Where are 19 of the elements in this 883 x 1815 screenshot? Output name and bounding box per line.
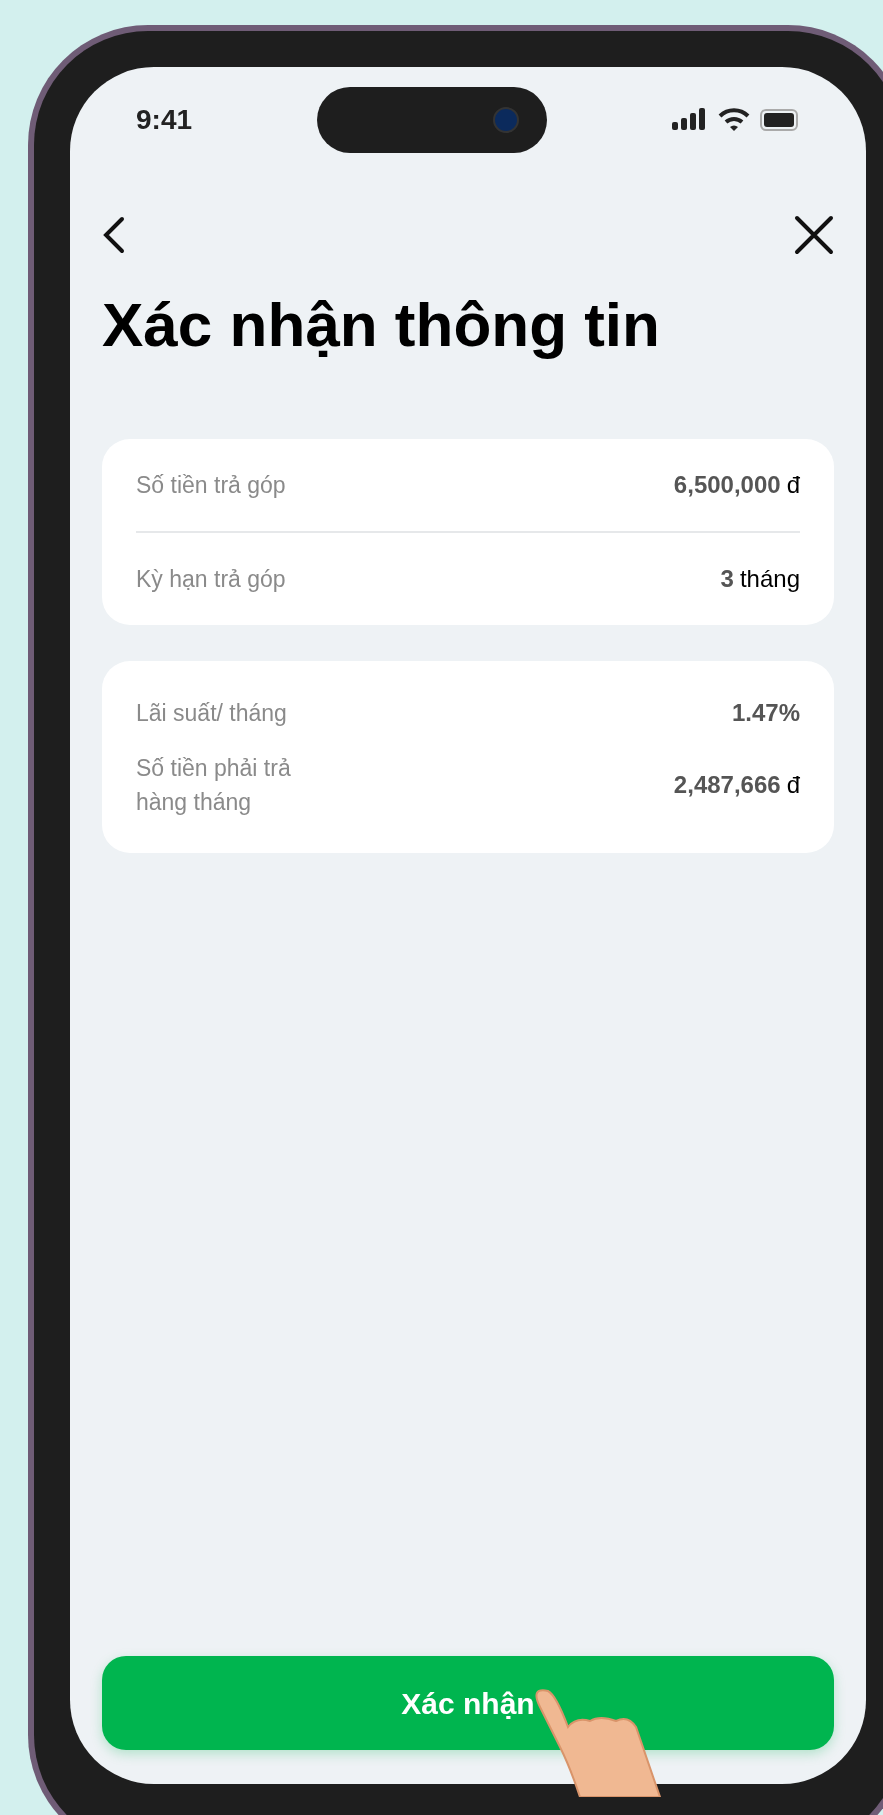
row-value: 6,500,000 — [673, 470, 781, 500]
row-value: 1.47% — [731, 698, 800, 728]
row-unit: đ — [786, 770, 800, 800]
back-icon[interactable] — [102, 215, 126, 255]
row-label: Số tiền phải trả hàng tháng — [136, 754, 292, 817]
row-value: 2,487,666 — [673, 770, 781, 800]
row-unit: tháng — [739, 564, 800, 594]
row-value: 3 — [720, 564, 734, 594]
battery-icon — [760, 108, 800, 132]
page-title: Xác nhận thông tin — [102, 289, 661, 361]
status-time: 9:41 — [136, 103, 193, 137]
row-label: Kỳ hạn trả góp — [136, 565, 286, 594]
close-icon[interactable] — [794, 215, 834, 255]
row-label: Số tiền trả góp — [136, 471, 286, 500]
signal-icon — [672, 108, 708, 132]
wifi-icon — [718, 108, 750, 132]
row-unit: đ — [786, 470, 800, 500]
row-label: Lãi suất/ tháng — [136, 699, 287, 728]
confirm-button[interactable]: Xác nhận — [102, 1656, 834, 1750]
